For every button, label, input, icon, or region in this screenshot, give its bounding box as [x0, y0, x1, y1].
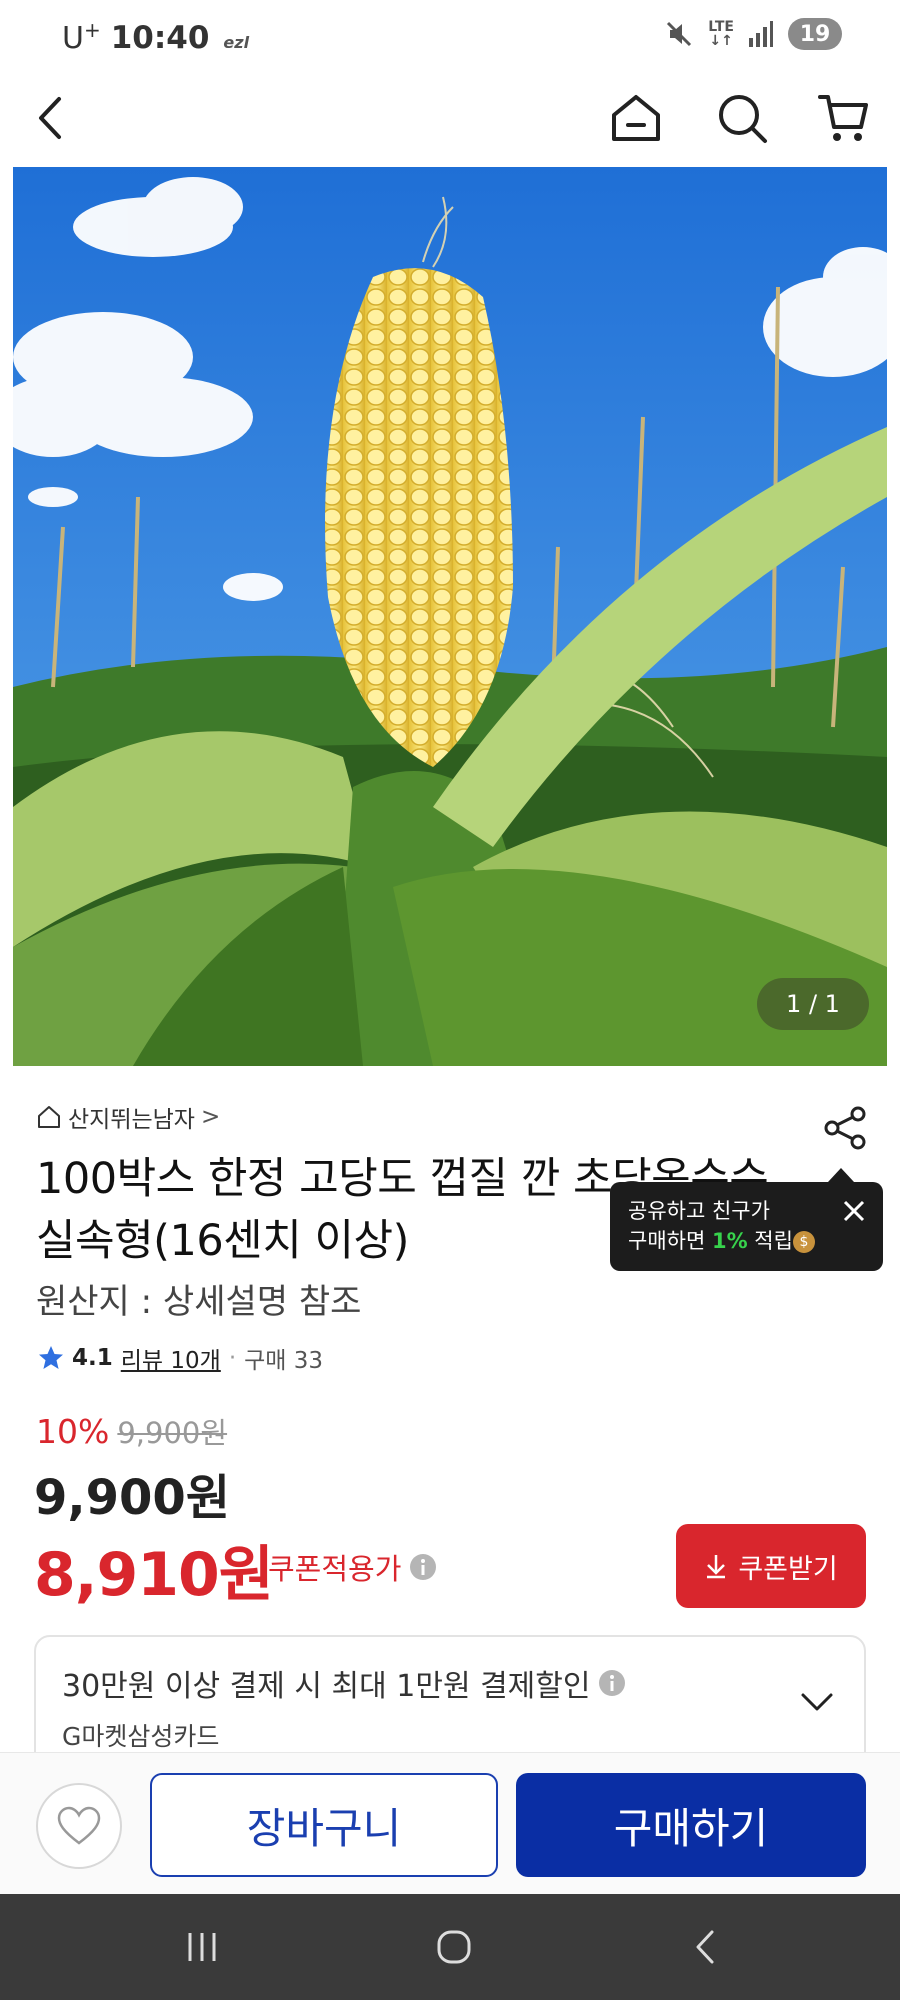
tooltip-line-2-prefix: 구매하면 — [628, 1229, 712, 1253]
card-name: G마켓삼성카드 — [62, 1722, 220, 1751]
search-icon — [719, 95, 767, 143]
chevron-right-icon: > — [200, 1104, 221, 1130]
clock: 10:40 — [110, 20, 210, 56]
mute-icon — [667, 21, 692, 47]
review-count-link[interactable]: 리뷰 10개 — [121, 1341, 221, 1375]
coupon-price: 8,910원 — [34, 1540, 274, 1610]
store-icon — [38, 1106, 60, 1128]
discount-rate: 10% — [36, 1412, 110, 1451]
seller-link[interactable]: 산지뛰는남자 > — [36, 1100, 220, 1134]
bottom-action-bar: 장바구니 구매하기 — [0, 1752, 900, 1894]
get-coupon-label: 쿠폰받기 — [738, 1553, 838, 1585]
info-icon[interactable] — [598, 1669, 626, 1697]
system-nav-bar — [0, 1894, 900, 2000]
status-bar: U+ 10:40 ezl LTE ↓↑ 19 — [0, 0, 900, 72]
sale-price: 9,900원 — [34, 1470, 230, 1526]
wishlist-button[interactable] — [36, 1783, 122, 1869]
image-counter: 1 / 1 — [757, 978, 869, 1030]
signal-icon — [749, 21, 773, 47]
corn-photo — [13, 167, 887, 1066]
rating-row: 4.1 리뷰 10개 · 구매 33 — [38, 1341, 323, 1375]
ezl-label: ezl — [223, 33, 250, 52]
home-button[interactable] — [604, 86, 668, 150]
card-offer-text: 30만원 이상 결제 시 최대 1만원 결제할인 — [62, 1669, 591, 1704]
card-offer-title: 30만원 이상 결제 시 최대 1만원 결제할인 — [62, 1661, 626, 1705]
status-left: U+ 10:40 ezl — [62, 18, 249, 56]
tooltip-line-2-suffix: 적립 — [747, 1229, 793, 1253]
separator: · — [228, 1345, 237, 1371]
home-circle-icon — [437, 1930, 471, 1964]
home-icon — [612, 95, 660, 141]
product-image-gallery[interactable]: 1 / 1 — [13, 167, 887, 1066]
rating-score: 4.1 — [72, 1345, 113, 1371]
get-coupon-button[interactable]: 쿠폰받기 — [676, 1524, 866, 1608]
app-header — [0, 72, 900, 168]
seller-name: 산지뛰는남자 — [68, 1107, 195, 1133]
back-icon — [39, 97, 61, 139]
close-icon[interactable] — [841, 1198, 867, 1224]
star-icon — [39, 1346, 63, 1369]
money-bag-icon: $ — [792, 1231, 815, 1253]
search-button[interactable] — [710, 86, 774, 150]
info-icon[interactable] — [409, 1553, 437, 1581]
heart-icon — [57, 1806, 101, 1845]
chevron-down-icon[interactable] — [800, 1691, 834, 1713]
network-type: LTE ↓↑ — [708, 19, 734, 49]
coupon-label-text: 쿠폰적용가 — [268, 1552, 402, 1586]
recent-apps-button[interactable] — [172, 1922, 232, 1972]
recent-apps-icon — [188, 1933, 216, 1961]
carrier-name: U — [62, 21, 84, 56]
back-nav-icon — [696, 1930, 714, 1964]
back-button[interactable] — [20, 86, 84, 150]
cart-icon — [818, 95, 868, 141]
purchase-count: 구매 33 — [244, 1348, 324, 1374]
share-icon[interactable] — [822, 1104, 870, 1152]
battery-icon: 19 — [788, 18, 842, 50]
carrier-label: U+ — [62, 18, 101, 56]
carrier-plus: + — [83, 18, 101, 42]
back-nav-button[interactable] — [676, 1922, 736, 1972]
status-right: LTE ↓↑ 19 — [664, 18, 842, 50]
add-to-cart-button[interactable]: 장바구니 — [150, 1773, 498, 1877]
home-nav-button[interactable] — [424, 1922, 484, 1972]
tooltip-line-2: 구매하면 1% 적립 $ — [628, 1226, 883, 1256]
original-price: 9,900원 — [117, 1416, 228, 1450]
coupon-price-label: 쿠폰적용가 — [268, 1546, 437, 1588]
buy-now-button[interactable]: 구매하기 — [516, 1773, 866, 1877]
network-label: LTE — [708, 19, 734, 35]
discount-row: 10% 9,900원 — [36, 1410, 227, 1452]
cart-button[interactable] — [812, 86, 876, 150]
tooltip-reward-rate: 1% — [711, 1229, 748, 1253]
origin-info: 원산지 : 상세설명 참조 — [36, 1282, 362, 1322]
download-icon — [707, 1555, 726, 1579]
share-reward-tooltip: 공유하고 친구가 구매하면 1% 적립 $ — [610, 1168, 883, 1271]
